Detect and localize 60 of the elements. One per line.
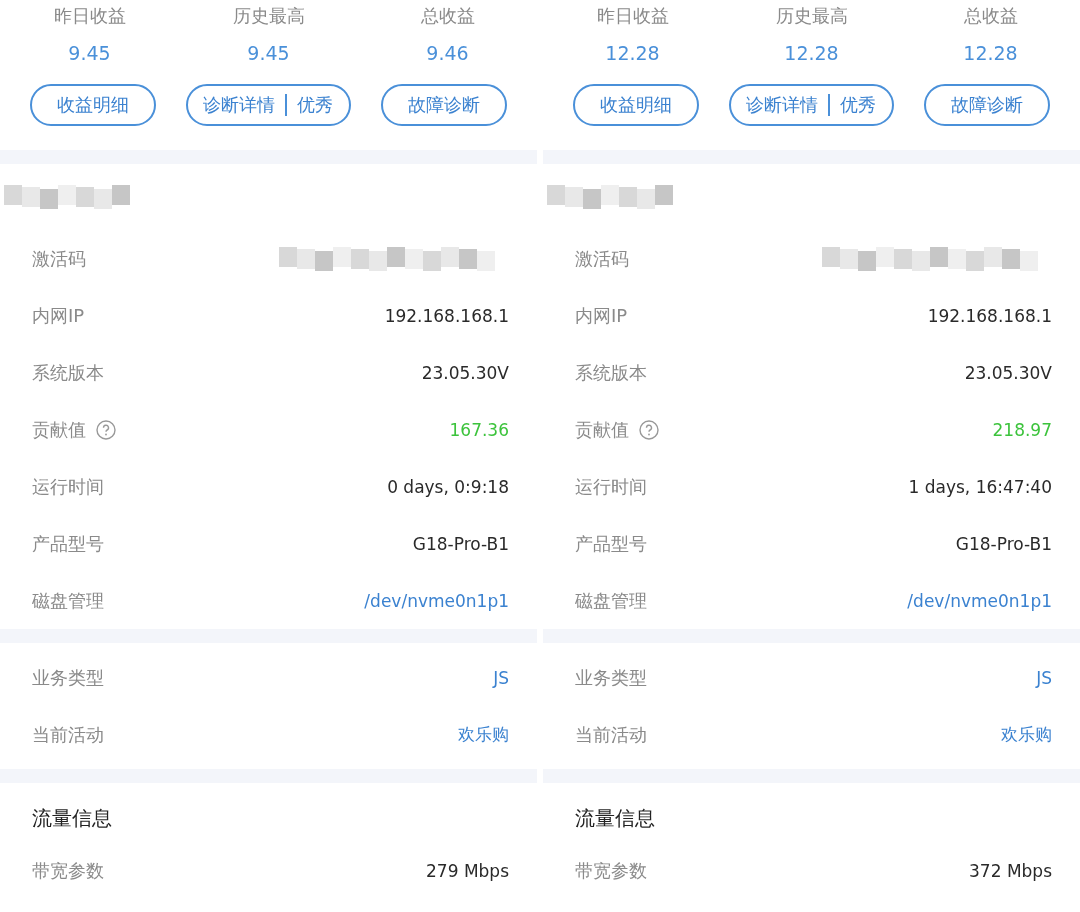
value-link[interactable]: JS <box>1036 667 1052 688</box>
field-label: 内网IP <box>32 303 85 328</box>
field-label: 贡献值 <box>575 417 629 442</box>
field-label: 当前活动 <box>575 722 647 747</box>
help-icon[interactable] <box>639 419 659 440</box>
field-value: 192.168.168.1 <box>927 305 1052 326</box>
field-value: 167.36 <box>449 419 509 440</box>
value-link[interactable]: /dev/nvme0n1p1 <box>907 590 1052 611</box>
diagnosis-button[interactable]: 诊断详情 优秀 <box>729 84 894 126</box>
stat-label: 历史最高 <box>775 4 848 28</box>
field-value: 372 Mbps <box>969 860 1052 881</box>
field-value: G18-Pro-B1 <box>955 533 1052 554</box>
action-button[interactable]: 故障诊断 <box>923 84 1050 126</box>
value-link[interactable]: 欢乐购 <box>458 723 509 746</box>
field-value: 1 days, 16:47:40 <box>908 476 1052 497</box>
stat-label: 昨日收益 <box>53 4 126 28</box>
field-label: 当前活动 <box>32 722 104 747</box>
stat-label: 总收益 <box>963 4 1018 28</box>
diagnosis-button[interactable]: 诊断详情 优秀 <box>186 84 351 126</box>
field-label: 磁盘管理 <box>32 588 104 613</box>
field-value: 23.05.30V <box>964 362 1052 383</box>
field-label: 产品型号 <box>575 531 647 556</box>
field-label: 激活码 <box>575 246 629 271</box>
field-label: 激活码 <box>32 246 86 271</box>
field-value: 279 Mbps <box>426 860 509 881</box>
stat-value: 9.45 <box>247 42 290 64</box>
field-label: 带宽参数 <box>32 858 104 883</box>
stat-label: 历史最高 <box>232 4 305 28</box>
section-title: 流量信息 <box>31 805 113 832</box>
field-label: 磁盘管理 <box>575 588 647 613</box>
action-button[interactable]: 收益明细 <box>30 84 157 126</box>
section-title: 流量信息 <box>574 805 656 832</box>
action-button[interactable]: 故障诊断 <box>380 84 507 126</box>
field-label: 内网IP <box>575 303 628 328</box>
field-label: 系统版本 <box>32 360 104 385</box>
value-link[interactable]: /dev/nvme0n1p1 <box>364 590 509 611</box>
stat-label: 昨日收益 <box>596 4 669 28</box>
field-label: 产品型号 <box>32 531 104 556</box>
stat-value: 12.28 <box>784 42 839 64</box>
value-link[interactable]: JS <box>493 667 509 688</box>
action-button[interactable]: 收益明细 <box>573 84 700 126</box>
help-icon[interactable] <box>96 419 116 440</box>
field-value: 23.05.30V <box>421 362 509 383</box>
field-value: G18-Pro-B1 <box>412 533 509 554</box>
stat-value: 12.28 <box>963 42 1018 64</box>
stat-value: 9.46 <box>426 42 469 64</box>
field-label: 贡献值 <box>32 417 86 442</box>
field-value: 218.97 <box>992 419 1052 440</box>
field-label: 系统版本 <box>575 360 647 385</box>
field-label: 业务类型 <box>32 665 104 690</box>
stat-label: 总收益 <box>420 4 475 28</box>
stat-value: 9.45 <box>68 42 111 64</box>
field-value: 192.168.168.1 <box>384 305 509 326</box>
field-value: 0 days, 0:9:18 <box>387 476 509 497</box>
field-label: 运行时间 <box>575 474 647 499</box>
field-label: 业务类型 <box>575 665 647 690</box>
field-label: 运行时间 <box>32 474 104 499</box>
value-link[interactable]: 欢乐购 <box>1001 723 1052 746</box>
field-label: 带宽参数 <box>575 858 647 883</box>
stat-value: 12.28 <box>605 42 660 64</box>
